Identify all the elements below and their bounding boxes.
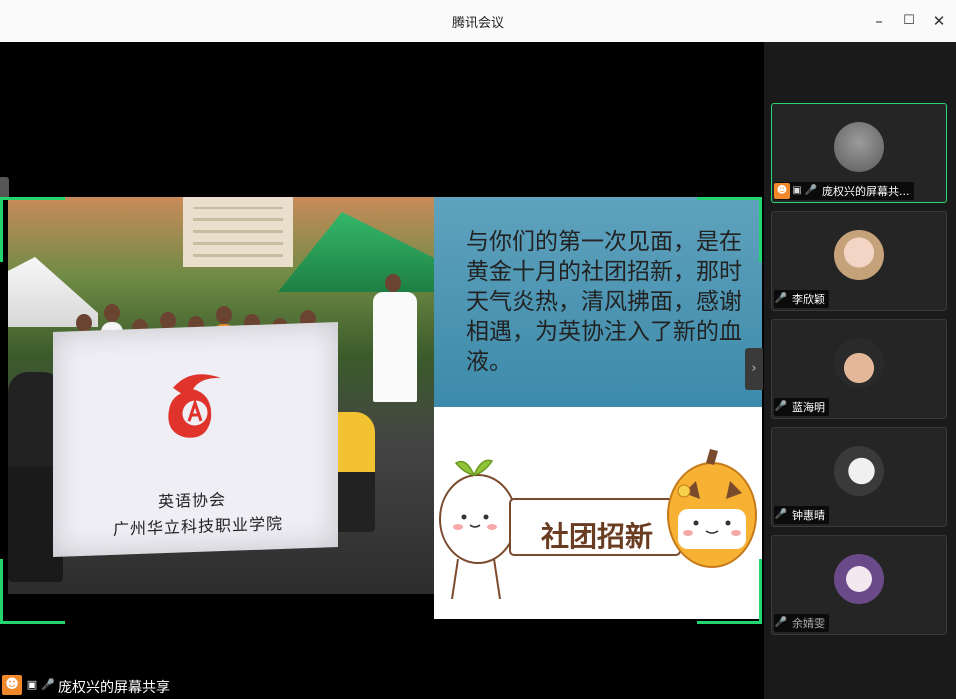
frame-corner [0,197,65,200]
window-title: 腾讯会议 [451,16,504,31]
avatar [834,446,884,496]
recruitment-illustration: 社团招新 [434,419,762,619]
user-avatar-icon: ☻ [2,675,22,695]
user-avatar-icon: ☻ [774,183,790,199]
frame-corner [697,621,762,624]
participant-name: 钟惠晴 [792,509,825,522]
participant-name: 余婧雯 [792,617,825,630]
frame-corner [759,559,762,624]
participant-name: 庞权兴的屏幕共... [822,185,910,198]
club-logo-icon [168,374,221,438]
participant-tile[interactable]: ☻ ▣ 🎤 庞权兴的屏幕共... [771,103,947,203]
mic-muted-icon: 🎤 [774,617,788,628]
participant-tile[interactable]: 🎤 李欣颖 [771,211,947,311]
building-image [183,197,293,267]
participant-name: 李欣颖 [792,293,825,306]
participant-tile[interactable]: 🎤 钟惠晴 [771,427,947,527]
mic-muted-icon: 🎤 [774,293,788,304]
participant-tile[interactable]: 🎤 余婧雯 [771,535,947,635]
frame-corner [0,559,3,624]
group-photo: 英语协会 广州华立科技职业学院 [8,197,434,594]
shared-screen: 英语协会 广州华立科技职业学院 与你们的第一次见面，是在黄金十月的社团招新，那时… [0,197,762,624]
frame-corner [759,197,762,262]
sharer-status-bar: ☻ ▣ 🎤 庞权兴的屏幕共享 [0,673,300,699]
slide-text: 与你们的第一次见面，是在黄金十月的社团招新，那时天气炎热，清风拂面，感谢相遇，为… [466,229,742,375]
slide-text-panel: 与你们的第一次见面，是在黄金十月的社团招新，那时天气炎热，清风拂面，感谢相遇，为… [434,197,762,407]
participant-tile[interactable]: 🎤 蓝海明 [771,319,947,419]
avatar [834,230,884,280]
minimize-button[interactable]: – [868,10,890,32]
screen-share-icon: ▣ [26,678,38,691]
slide-panel: 与你们的第一次见面，是在黄金十月的社团招新，那时天气炎热，清风拂面，感谢相遇，为… [434,197,762,619]
mic-icon: 🎤 [774,401,788,412]
avatar [834,554,884,604]
frame-corner [697,197,762,200]
maximize-button[interactable]: ☐ [898,10,920,32]
mic-icon: 🎤 [41,678,55,691]
flag-subtitle: 广州华立科技职业学院 [113,513,284,539]
collapse-sidebar-button[interactable]: › [745,348,763,390]
frame-corner [0,621,65,624]
club-flag: 英语协会 广州华立科技职业学院 [53,322,338,557]
close-button[interactable]: ✕ [928,10,950,32]
mic-muted-icon: 🎤 [774,509,788,520]
screen-share-icon: ▣ [792,185,802,196]
banner-text: 社团招新 [540,520,653,553]
main-video-area: 英语协会 广州华立科技职业学院 与你们的第一次见面，是在黄金十月的社团招新，那时… [0,42,764,699]
sharer-label: 庞权兴的屏幕共享 [58,680,170,696]
flag-title: 英语协会 [158,489,227,512]
avatar [834,122,884,172]
title-bar: 腾讯会议 – ☐ ✕ [0,0,956,43]
frame-corner [0,197,3,262]
avatar [834,338,884,388]
mic-icon: 🎤 [804,185,818,196]
participant-name: 蓝海明 [792,401,825,414]
participant-list: ☻ ▣ 🎤 庞权兴的屏幕共... 🎤 李欣颖 🎤 蓝海明 🎤 钟惠晴 🎤 余婧雯 [764,42,956,699]
